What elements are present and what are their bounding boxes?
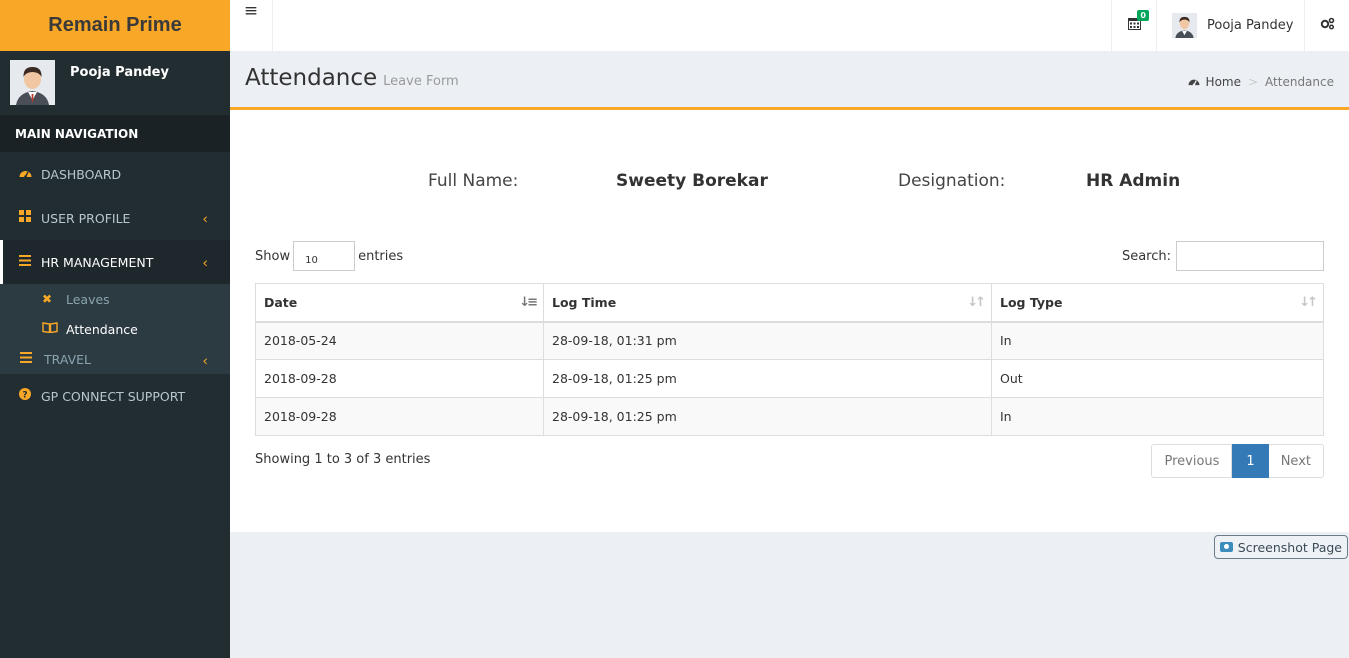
column-header-label: Date [264,294,298,310]
calendar-notifications-button[interactable]: 0 [1111,0,1156,51]
sidebar-item-label: Leaves [66,291,110,307]
search-input[interactable] [1176,241,1324,271]
entries-label: entries [358,248,404,264]
search-label: Search: [1121,248,1171,264]
pagination: Previous 1 Next [1151,444,1324,478]
sort-icon: ↓↑ [1299,295,1318,310]
camera-icon [1219,542,1233,552]
sidebar-item-leaves[interactable]: ✖ Leaves [0,284,230,314]
menu-toggle-button[interactable]: ≡ [230,0,273,51]
svg-text:?: ? [22,391,27,401]
cell-log-time: 28-09-18, 01:25 pm [543,397,992,436]
attendance-table: Date ↓≡ Log Time ↓↑ Log Type ↓↑ 2018-05-… [255,283,1324,436]
page-length-select[interactable]: 10 [293,241,356,271]
table-info: Showing 1 to 3 of 3 entries [255,452,431,467]
attendance-box: Full Name: Sweety Borekar Designation: H… [230,107,1349,532]
th-large-icon [17,210,33,226]
cell-date: 2018-09-28 [255,359,544,398]
nav-header: MAIN NAVIGATION [0,115,230,152]
sidebar-item-gp-connect-support[interactable]: ? GP CONNECT SUPPORT [0,381,230,411]
table-row: 2018-05-24 28-09-18, 01:31 pm In [255,321,1324,360]
show-label: Show [255,248,291,264]
sidebar-item-label: USER PROFILE [41,210,131,226]
breadcrumb-separator: > [1247,75,1259,89]
avatar [10,60,55,105]
book-icon [42,322,60,336]
user-panel: Pooja Pandey [0,51,230,115]
chevron-left-icon: ‹ [202,211,208,228]
gears-icon [1320,17,1335,34]
sort-icon: ↓↑ [967,295,986,310]
sidebar-item-user-profile[interactable]: USER PROFILE ‹ [0,196,230,240]
column-header-label: Log Type [1000,294,1063,310]
close-icon: ✖ [42,292,53,306]
top-user-name: Pooja Pandey [1207,18,1294,33]
brand-logo[interactable]: Remain Prime [0,0,230,51]
sidebar-item-label: TRAVEL [44,351,91,367]
sidebar-item-attendance[interactable]: Attendance [0,314,230,344]
cell-log-time: 28-09-18, 01:25 pm [543,359,992,398]
sidebar: Remain Prime Pooja Pandey MAIN NAVIGATIO… [0,0,230,658]
sidebar-item-label: GP CONNECT SUPPORT [41,388,186,404]
column-header-date[interactable]: Date ↓≡ [255,283,544,323]
page-title-text: Attendance [245,65,378,91]
cell-log-type: In [991,321,1324,360]
avatar [1172,13,1197,38]
column-header-log-time[interactable]: Log Time ↓↑ [543,283,992,323]
page-1-button[interactable]: 1 [1232,444,1269,478]
table-search: Search: [1122,241,1324,271]
full-name-label: Full Name: [428,171,519,191]
bars-icon [17,254,33,270]
breadcrumb-current: Attendance [1265,75,1334,89]
column-header-log-type[interactable]: Log Type ↓↑ [991,283,1324,323]
hr-submenu: ✖ Leaves Attendance TRAVEL ‹ [0,284,230,374]
chevron-left-icon: ‹ [202,255,208,272]
notification-badge: 0 [1137,10,1149,21]
top-navbar: ≡ 0 Pooja Pandey [230,0,1349,51]
table-row: 2018-09-28 28-09-18, 01:25 pm In [255,397,1324,436]
page-subtitle: Leave Form [383,74,459,89]
page-length-control: Show 10 entries [255,241,403,271]
sidebar-user-name: Pooja Pandey [70,65,169,80]
screenshot-page-button[interactable]: Screenshot Page [1213,535,1348,559]
column-header-label: Log Time [552,294,617,310]
next-page-button[interactable]: Next [1268,444,1324,478]
cell-date: 2018-05-24 [255,321,544,360]
dashboard-icon [17,167,33,182]
bars-icon [20,352,38,366]
cell-log-type: In [991,397,1324,436]
sidebar-item-label: Attendance [66,321,138,337]
content-header: Attendance Leave Form Home > Attendance [230,51,1349,108]
user-menu[interactable]: Pooja Pandey [1156,0,1304,51]
sidebar-item-hr-management[interactable]: HR MANAGEMENT ‹ [0,240,230,284]
sidebar-item-label: DASHBOARD [41,166,122,182]
sidebar-item-label: HR MANAGEMENT [41,254,154,270]
breadcrumb-home-link[interactable]: Home [1206,75,1241,89]
designation-value: HR Admin [1086,171,1181,191]
question-circle-icon: ? [17,388,33,404]
cell-date: 2018-09-28 [255,397,544,436]
sort-ascending-icon: ↓≡ [519,295,538,310]
sidebar-item-travel[interactable]: TRAVEL ‹ [0,344,230,374]
breadcrumb: Home > Attendance [1188,75,1334,89]
cell-log-type: Out [991,359,1324,398]
cell-log-time: 28-09-18, 01:31 pm [543,321,992,360]
table-header-row: Date ↓≡ Log Time ↓↑ Log Type ↓↑ [255,283,1324,323]
screenshot-button-label: Screenshot Page [1237,539,1342,555]
table-row: 2018-09-28 28-09-18, 01:25 pm Out [255,359,1324,398]
full-name-value: Sweety Borekar [616,171,768,191]
page-title: Attendance Leave Form [245,65,459,91]
previous-page-button[interactable]: Previous [1151,444,1233,478]
settings-button[interactable] [1304,0,1349,51]
designation-label: Designation: [898,171,1006,191]
dashboard-icon [1188,75,1200,89]
sidebar-item-dashboard[interactable]: DASHBOARD [0,152,230,196]
chevron-left-icon: ‹ [202,353,208,370]
